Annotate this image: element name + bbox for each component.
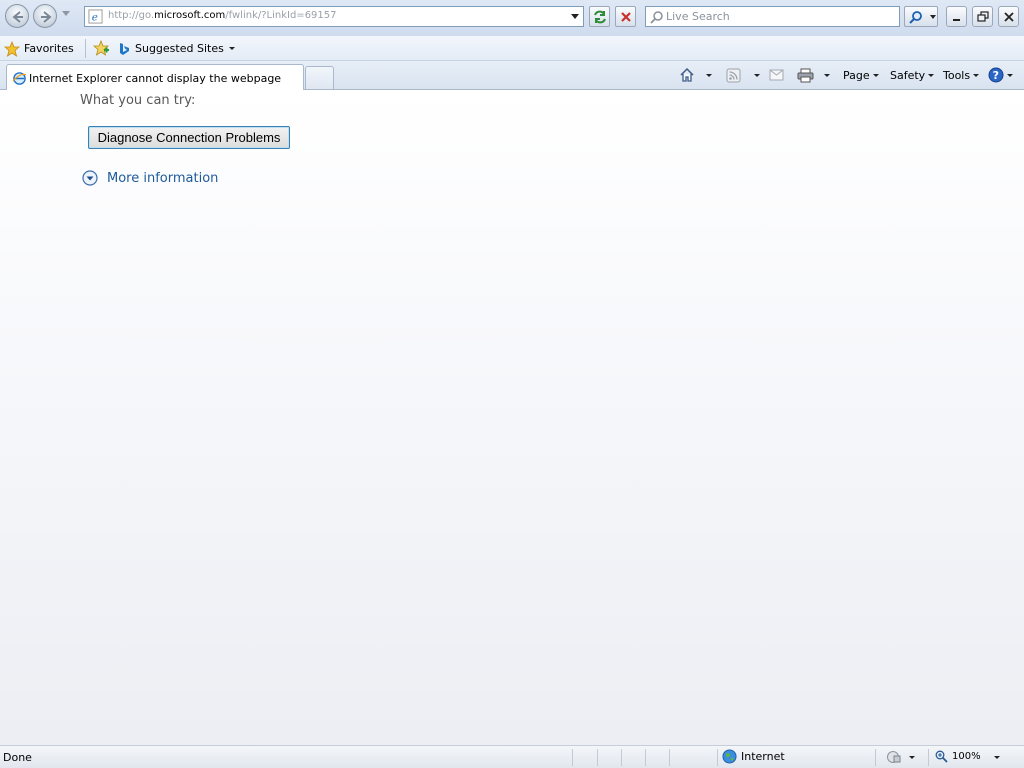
close-button[interactable] bbox=[998, 6, 1019, 27]
page-content: What you can try: Diagnose Connection Pr… bbox=[0, 90, 1024, 745]
tab-title: Internet Explorer cannot display the web… bbox=[29, 72, 282, 85]
home-icon bbox=[680, 67, 694, 82]
svg-text:e: e bbox=[92, 11, 98, 23]
help-chevron-down-icon bbox=[1007, 73, 1013, 77]
search-go-button[interactable] bbox=[904, 6, 938, 27]
search-icon bbox=[650, 11, 663, 24]
address-history-chevron-down-icon[interactable] bbox=[571, 14, 579, 19]
status-divider bbox=[645, 749, 646, 766]
safety-chevron-down-icon bbox=[928, 73, 935, 77]
favorites-label: Favorites bbox=[24, 42, 74, 55]
printer-icon bbox=[797, 68, 814, 82]
refresh-icon bbox=[594, 10, 606, 24]
feeds-chevron-down-icon bbox=[754, 73, 760, 77]
back-arrow-icon bbox=[12, 11, 23, 23]
svg-text:?: ? bbox=[993, 69, 999, 82]
help-menu[interactable]: ? bbox=[988, 66, 1013, 84]
help-icon: ? bbox=[988, 67, 1004, 83]
status-divider bbox=[621, 749, 622, 766]
close-icon bbox=[1004, 12, 1014, 22]
protected-mode-chevron-down-icon bbox=[909, 755, 915, 759]
recent-pages-chevron-down-icon[interactable] bbox=[62, 11, 70, 17]
feeds-button[interactable] bbox=[726, 66, 741, 84]
home-dropdown[interactable] bbox=[706, 66, 712, 84]
favorites-bar: Favorites Suggested Sites bbox=[0, 36, 1024, 61]
zoom-level: 100% bbox=[952, 751, 981, 762]
read-mail-button[interactable] bbox=[769, 66, 784, 84]
forward-button[interactable] bbox=[33, 4, 57, 28]
protected-mode-button[interactable] bbox=[885, 750, 915, 764]
feeds-dropdown[interactable] bbox=[754, 66, 760, 84]
stop-icon bbox=[621, 12, 631, 22]
address-toolbar: e http://go.microsoft.com/fwlink/?LinkId… bbox=[0, 0, 1024, 36]
zoom-chevron-down-icon[interactable] bbox=[994, 756, 1000, 759]
ie-page-icon bbox=[12, 72, 27, 85]
status-divider bbox=[928, 749, 929, 766]
favorites-button[interactable]: Favorites bbox=[4, 39, 74, 58]
status-bar: Done Internet 100% bbox=[0, 745, 1024, 768]
favorites-star-icon bbox=[4, 40, 20, 57]
page-menu-label: Page bbox=[843, 68, 870, 82]
back-button[interactable] bbox=[5, 4, 29, 28]
security-zone[interactable]: Internet bbox=[722, 749, 785, 764]
rss-feed-icon bbox=[726, 68, 741, 82]
page-chevron-down-icon bbox=[872, 73, 879, 77]
protected-mode-icon bbox=[887, 751, 901, 763]
minimize-icon bbox=[953, 19, 960, 21]
safety-menu[interactable]: Safety bbox=[890, 66, 935, 84]
search-magnifier-icon bbox=[909, 11, 922, 24]
refresh-button[interactable] bbox=[589, 6, 610, 27]
status-text: Done bbox=[3, 751, 32, 764]
print-dropdown[interactable] bbox=[824, 66, 830, 84]
security-zone-label: Internet bbox=[741, 750, 785, 763]
status-divider bbox=[572, 749, 573, 766]
address-url[interactable]: http://go.microsoft.com/fwlink/?LinkId=6… bbox=[108, 10, 337, 21]
print-chevron-down-icon bbox=[824, 73, 830, 77]
add-to-favorites-bar-icon[interactable] bbox=[92, 39, 110, 57]
address-bar[interactable]: e http://go.microsoft.com/fwlink/?LinkId… bbox=[84, 6, 584, 27]
search-options-chevron-down-icon[interactable] bbox=[930, 15, 936, 19]
suggested-sites-chevron-down-icon bbox=[228, 47, 235, 50]
status-divider bbox=[669, 749, 670, 766]
new-tab-button[interactable] bbox=[305, 66, 334, 89]
tools-chevron-down-icon bbox=[973, 73, 980, 77]
zoom-button[interactable]: 100% bbox=[935, 750, 981, 763]
search-input[interactable] bbox=[666, 9, 896, 24]
diagnose-connection-problems-button[interactable]: Diagnose Connection Problems bbox=[88, 126, 290, 149]
globe-icon bbox=[722, 749, 737, 764]
restore-button[interactable] bbox=[972, 6, 993, 27]
mail-icon bbox=[769, 69, 784, 81]
bing-icon bbox=[120, 42, 129, 55]
page-menu[interactable]: Page bbox=[843, 66, 879, 84]
tab-current[interactable]: Internet Explorer cannot display the web… bbox=[6, 64, 304, 91]
favorites-separator bbox=[85, 39, 86, 58]
home-chevron-down-icon bbox=[706, 73, 712, 77]
more-information-label: More information bbox=[107, 170, 219, 186]
zoom-magnifier-icon bbox=[935, 750, 948, 763]
suggested-sites-label: Suggested Sites bbox=[135, 42, 224, 55]
search-box[interactable] bbox=[645, 6, 900, 27]
stop-button[interactable] bbox=[615, 6, 636, 27]
more-information-link[interactable]: More information bbox=[82, 170, 218, 186]
what-you-can-try-heading: What you can try: bbox=[80, 93, 196, 108]
ie-page-icon: e bbox=[88, 9, 103, 24]
tools-menu[interactable]: Tools bbox=[943, 66, 980, 84]
restore-icon bbox=[977, 11, 989, 22]
safety-menu-label: Safety bbox=[890, 68, 926, 82]
status-divider bbox=[717, 749, 718, 766]
suggested-sites-button[interactable]: Suggested Sites bbox=[118, 39, 235, 58]
expand-chevron-down-icon bbox=[82, 170, 98, 186]
tools-menu-label: Tools bbox=[943, 68, 971, 82]
status-divider bbox=[875, 749, 876, 766]
home-button[interactable] bbox=[679, 66, 695, 84]
status-divider bbox=[597, 749, 598, 766]
print-button[interactable] bbox=[797, 66, 814, 84]
minimize-button[interactable] bbox=[946, 6, 967, 27]
forward-arrow-icon bbox=[41, 11, 52, 23]
